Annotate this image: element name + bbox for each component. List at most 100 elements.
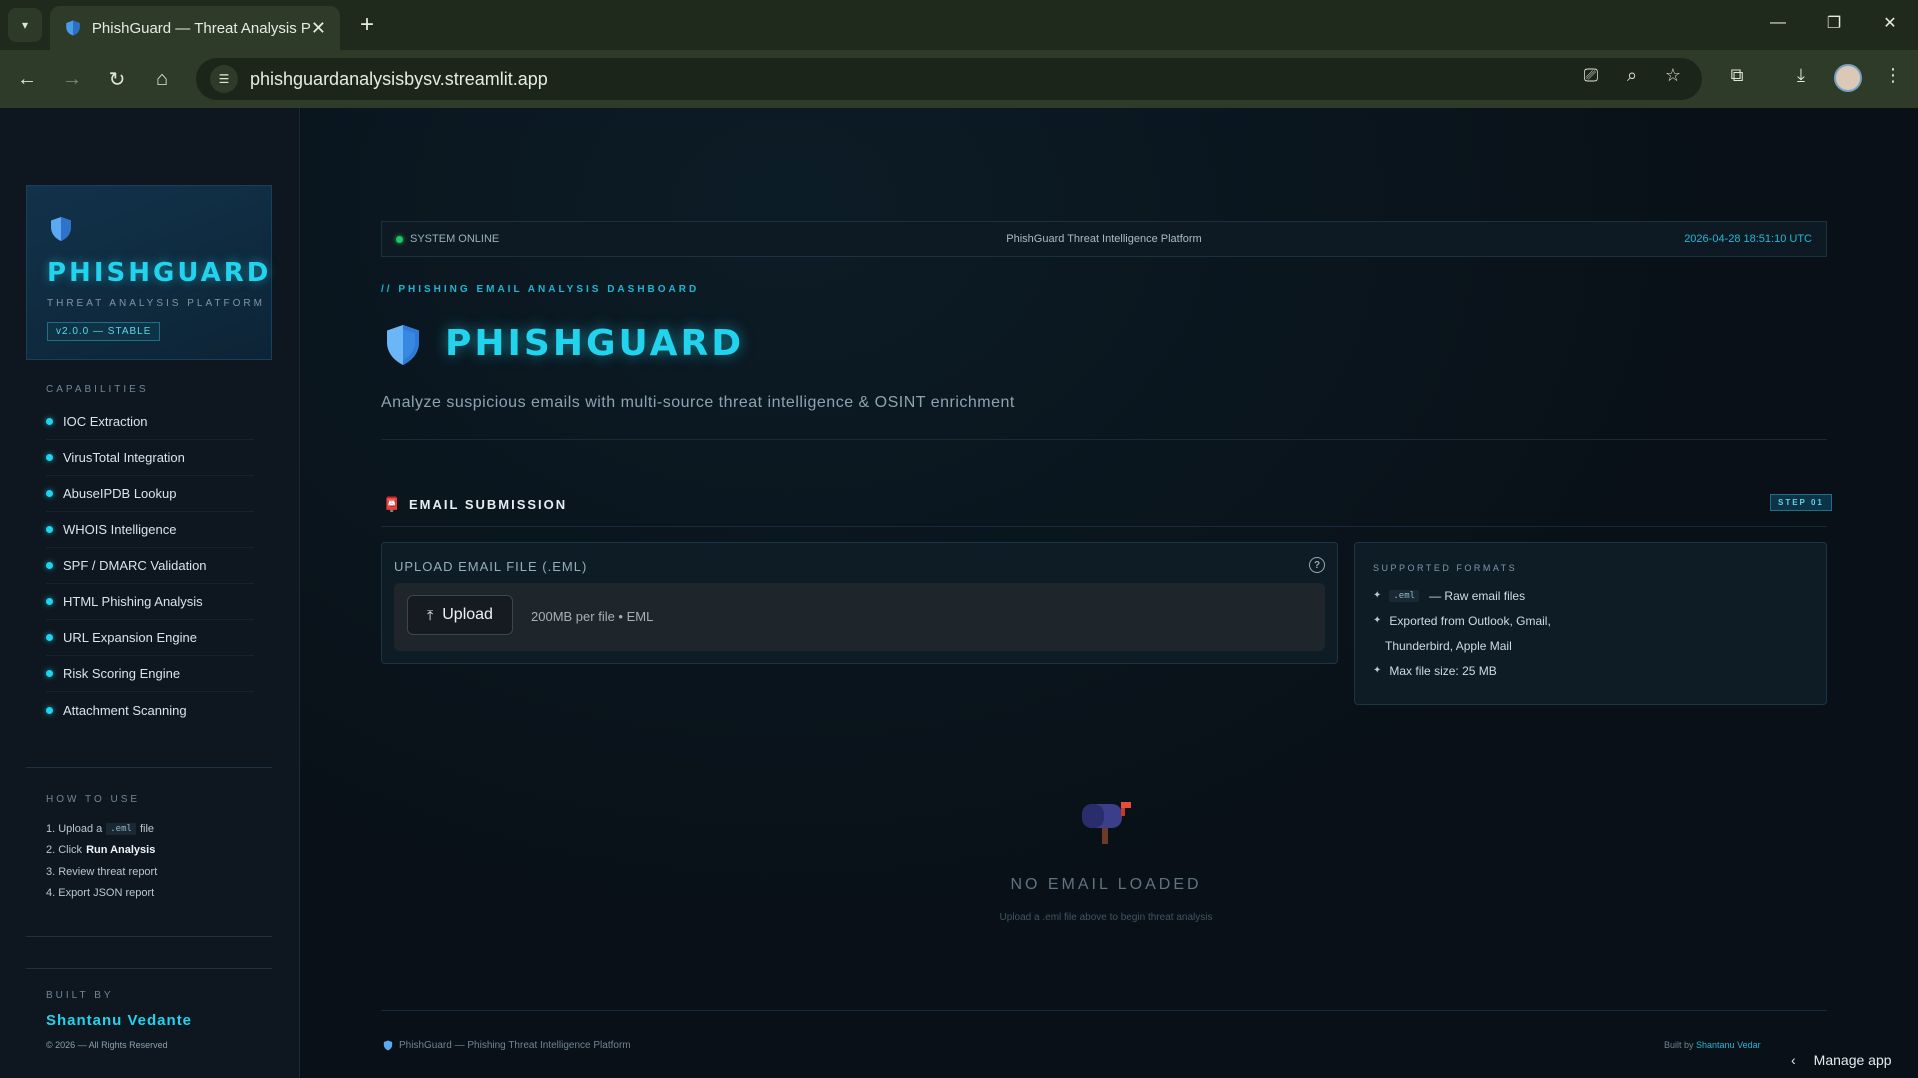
empty-state-subtitle: Upload a .eml file above to begin threat… — [999, 912, 1213, 923]
page-title: PHISHGUARD — [445, 323, 745, 364]
shield-icon — [51, 217, 71, 241]
dashboard-eyebrow: // PHISHING EMAIL ANALYSIS DASHBOARD — [381, 284, 700, 295]
format-text: Thunderbird, Apple Mail — [1385, 638, 1512, 653]
code-chip: .eml — [106, 822, 136, 835]
manage-app-label: Manage app — [1813, 1052, 1892, 1068]
bullet-dot-icon — [46, 634, 53, 641]
upload-button-label: Upload — [442, 606, 493, 623]
tab-title: PhishGuard — Threat Analysis Platform — [91, 19, 311, 37]
bullet-dot-icon — [46, 562, 53, 569]
page-subtitle: Analyze suspicious emails with multi-sou… — [381, 394, 1015, 411]
footer-divider — [381, 1010, 1827, 1011]
bullet-dot-icon — [46, 598, 53, 605]
new-tab-button[interactable]: + — [352, 10, 382, 40]
profile-avatar[interactable] — [1834, 64, 1862, 92]
address-bar[interactable]: ☰ phishguardanalysisbysv.streamlit.app — [196, 58, 1702, 100]
status-bar: SYSTEM ONLINE PhishGuard Threat Intellig… — [381, 221, 1827, 257]
supported-formats-card: SUPPORTED FORMATS ✦ .eml — Raw email files… — [1354, 542, 1827, 705]
step-text: file — [139, 822, 155, 835]
capability-label: IOC Extraction — [63, 414, 148, 429]
bookmark-star-icon[interactable]: ☆ — [1656, 58, 1690, 92]
sidebar-divider — [26, 936, 272, 937]
download-icon[interactable]: ⤓ — [1784, 58, 1818, 92]
list-item: SPF / DMARC Validation — [46, 548, 254, 584]
code-chip: .eml — [1389, 589, 1420, 602]
list-item: ✦ .eml — Raw email files — [1373, 583, 1551, 608]
help-icon[interactable]: ? — [1309, 557, 1325, 573]
shield-favicon-icon — [66, 20, 80, 36]
close-window-button[interactable]: ✕ — [1870, 8, 1910, 38]
browser-tab[interactable]: PhishGuard — Threat Analysis Platform ✕ — [50, 6, 340, 50]
list-item: AbuseIPDB Lookup — [46, 476, 254, 512]
home-button[interactable]: ⌂ — [145, 62, 179, 96]
bullet-dot-icon — [46, 526, 53, 533]
bullet-dot-icon — [46, 418, 53, 425]
footer-text: Built by — [1664, 1040, 1694, 1050]
brand-card: PHISHGUARD THREAT ANALYSIS PLATFORM v2.0… — [26, 185, 272, 360]
sparkle-icon: ✦ — [1373, 615, 1382, 626]
chevron-left-icon: ‹ — [1791, 1052, 1796, 1068]
site-info-icon[interactable]: ☰ — [210, 65, 238, 93]
mailbox-icon: 📮 — [383, 496, 401, 512]
more-menu-icon[interactable]: ⋮ — [1876, 58, 1910, 92]
formats-list: ✦ .eml — Raw email files ✦ Exported from Ou… — [1373, 583, 1551, 683]
capability-label: Risk Scoring Engine — [63, 666, 181, 681]
sparkle-icon: ✦ — [1373, 590, 1382, 601]
capability-label: Attachment Scanning — [63, 702, 187, 718]
list-item: URL Expansion Engine — [46, 620, 254, 656]
upload-dropzone[interactable]: ⤒ Upload 200MB per file • EML — [394, 583, 1325, 651]
step-badge: STEP 01 — [1770, 494, 1832, 511]
bullet-dot-icon — [46, 454, 53, 461]
section-divider — [381, 439, 1827, 440]
brand-subtitle: THREAT ANALYSIS PLATFORM — [47, 298, 265, 309]
bullet-dot-icon — [46, 670, 53, 677]
howto-step: 3. Review threat report — [46, 865, 158, 878]
bullet-dot-icon — [46, 490, 53, 497]
arrow-left-icon: ← — [17, 67, 37, 90]
tab-search-button[interactable]: ▾ — [8, 8, 42, 42]
format-text: Max file size: 25 MB — [1389, 663, 1497, 678]
status-timestamp: 2026-04-28 18:51:10 UTC — [1684, 233, 1812, 245]
howto-step: 2. Click Run Analysis — [46, 840, 157, 862]
step-bold-text: Run Analysis — [86, 844, 156, 857]
upload-button[interactable]: ⤒ Upload — [407, 595, 513, 635]
minimize-window-button[interactable]: — — [1758, 8, 1798, 38]
zoom-icon[interactable]: ⌕ — [1615, 58, 1649, 92]
list-item: ✦ Exported from Outlook, Gmail, — [1373, 608, 1551, 633]
footer-text: PhishGuard — Phishing Threat Intelligenc… — [399, 1040, 631, 1051]
forward-button[interactable]: → — [55, 62, 89, 96]
copyright: © 2026 — All Rights Reserved — [46, 1040, 168, 1050]
install-app-icon[interactable]: ⎚ — [1574, 58, 1608, 92]
list-item: Thunderbird, Apple Mail — [1373, 633, 1551, 658]
capability-label: SPF / DMARC Validation — [63, 558, 207, 573]
section-title: EMAIL SUBMISSION — [409, 497, 568, 512]
reload-button[interactable]: ↻ — [100, 62, 134, 96]
back-button[interactable]: ← — [10, 62, 44, 96]
extensions-icon[interactable]: ⧉ — [1720, 58, 1754, 92]
capability-label: URL Expansion Engine — [63, 630, 197, 645]
howto-step: 4. Export JSON report — [46, 887, 155, 900]
howto-list: 1. Upload a .eml file 2. Click Run Analysis… — [46, 818, 157, 904]
home-icon: ⌂ — [155, 67, 169, 90]
capability-label: HTML Phishing Analysis — [63, 594, 203, 609]
list-item: HTML Phishing Analysis — [46, 584, 254, 620]
bullet-dot-icon — [46, 706, 53, 714]
capabilities-list: IOC Extraction VirusTotal Integration Ab… — [46, 404, 254, 728]
builtby-title: BUILT BY — [46, 990, 114, 1001]
list-item: IOC Extraction — [46, 404, 254, 440]
capabilities-title: CAPABILITIES — [46, 384, 149, 395]
footer-left: PhishGuard — Phishing Threat Intelligenc… — [383, 1040, 631, 1051]
footer-author-link[interactable]: Shantanu Vedar — [1696, 1040, 1761, 1050]
sidebar-divider — [26, 968, 272, 969]
list-item: ✦ Max file size: 25 MB — [1373, 658, 1551, 683]
tab-close-icon[interactable]: ✕ — [311, 18, 326, 39]
browser-toolbar: ← → ↻ ⌂ ☰ phishguardanalysisbysv.streaml… — [0, 50, 1918, 108]
reload-icon: ↻ — [108, 68, 126, 91]
manage-app-button[interactable]: ‹ Manage app — [1791, 1042, 1918, 1078]
howto-title: HOW TO USE — [46, 794, 141, 805]
capability-label: WHOIS Intelligence — [63, 522, 177, 537]
step-text: 1. Upload a — [46, 822, 103, 835]
formats-title: SUPPORTED FORMATS — [1373, 563, 1518, 573]
restore-window-button[interactable]: ❐ — [1814, 8, 1854, 38]
author-name: Shantanu Vedante — [46, 1012, 193, 1029]
